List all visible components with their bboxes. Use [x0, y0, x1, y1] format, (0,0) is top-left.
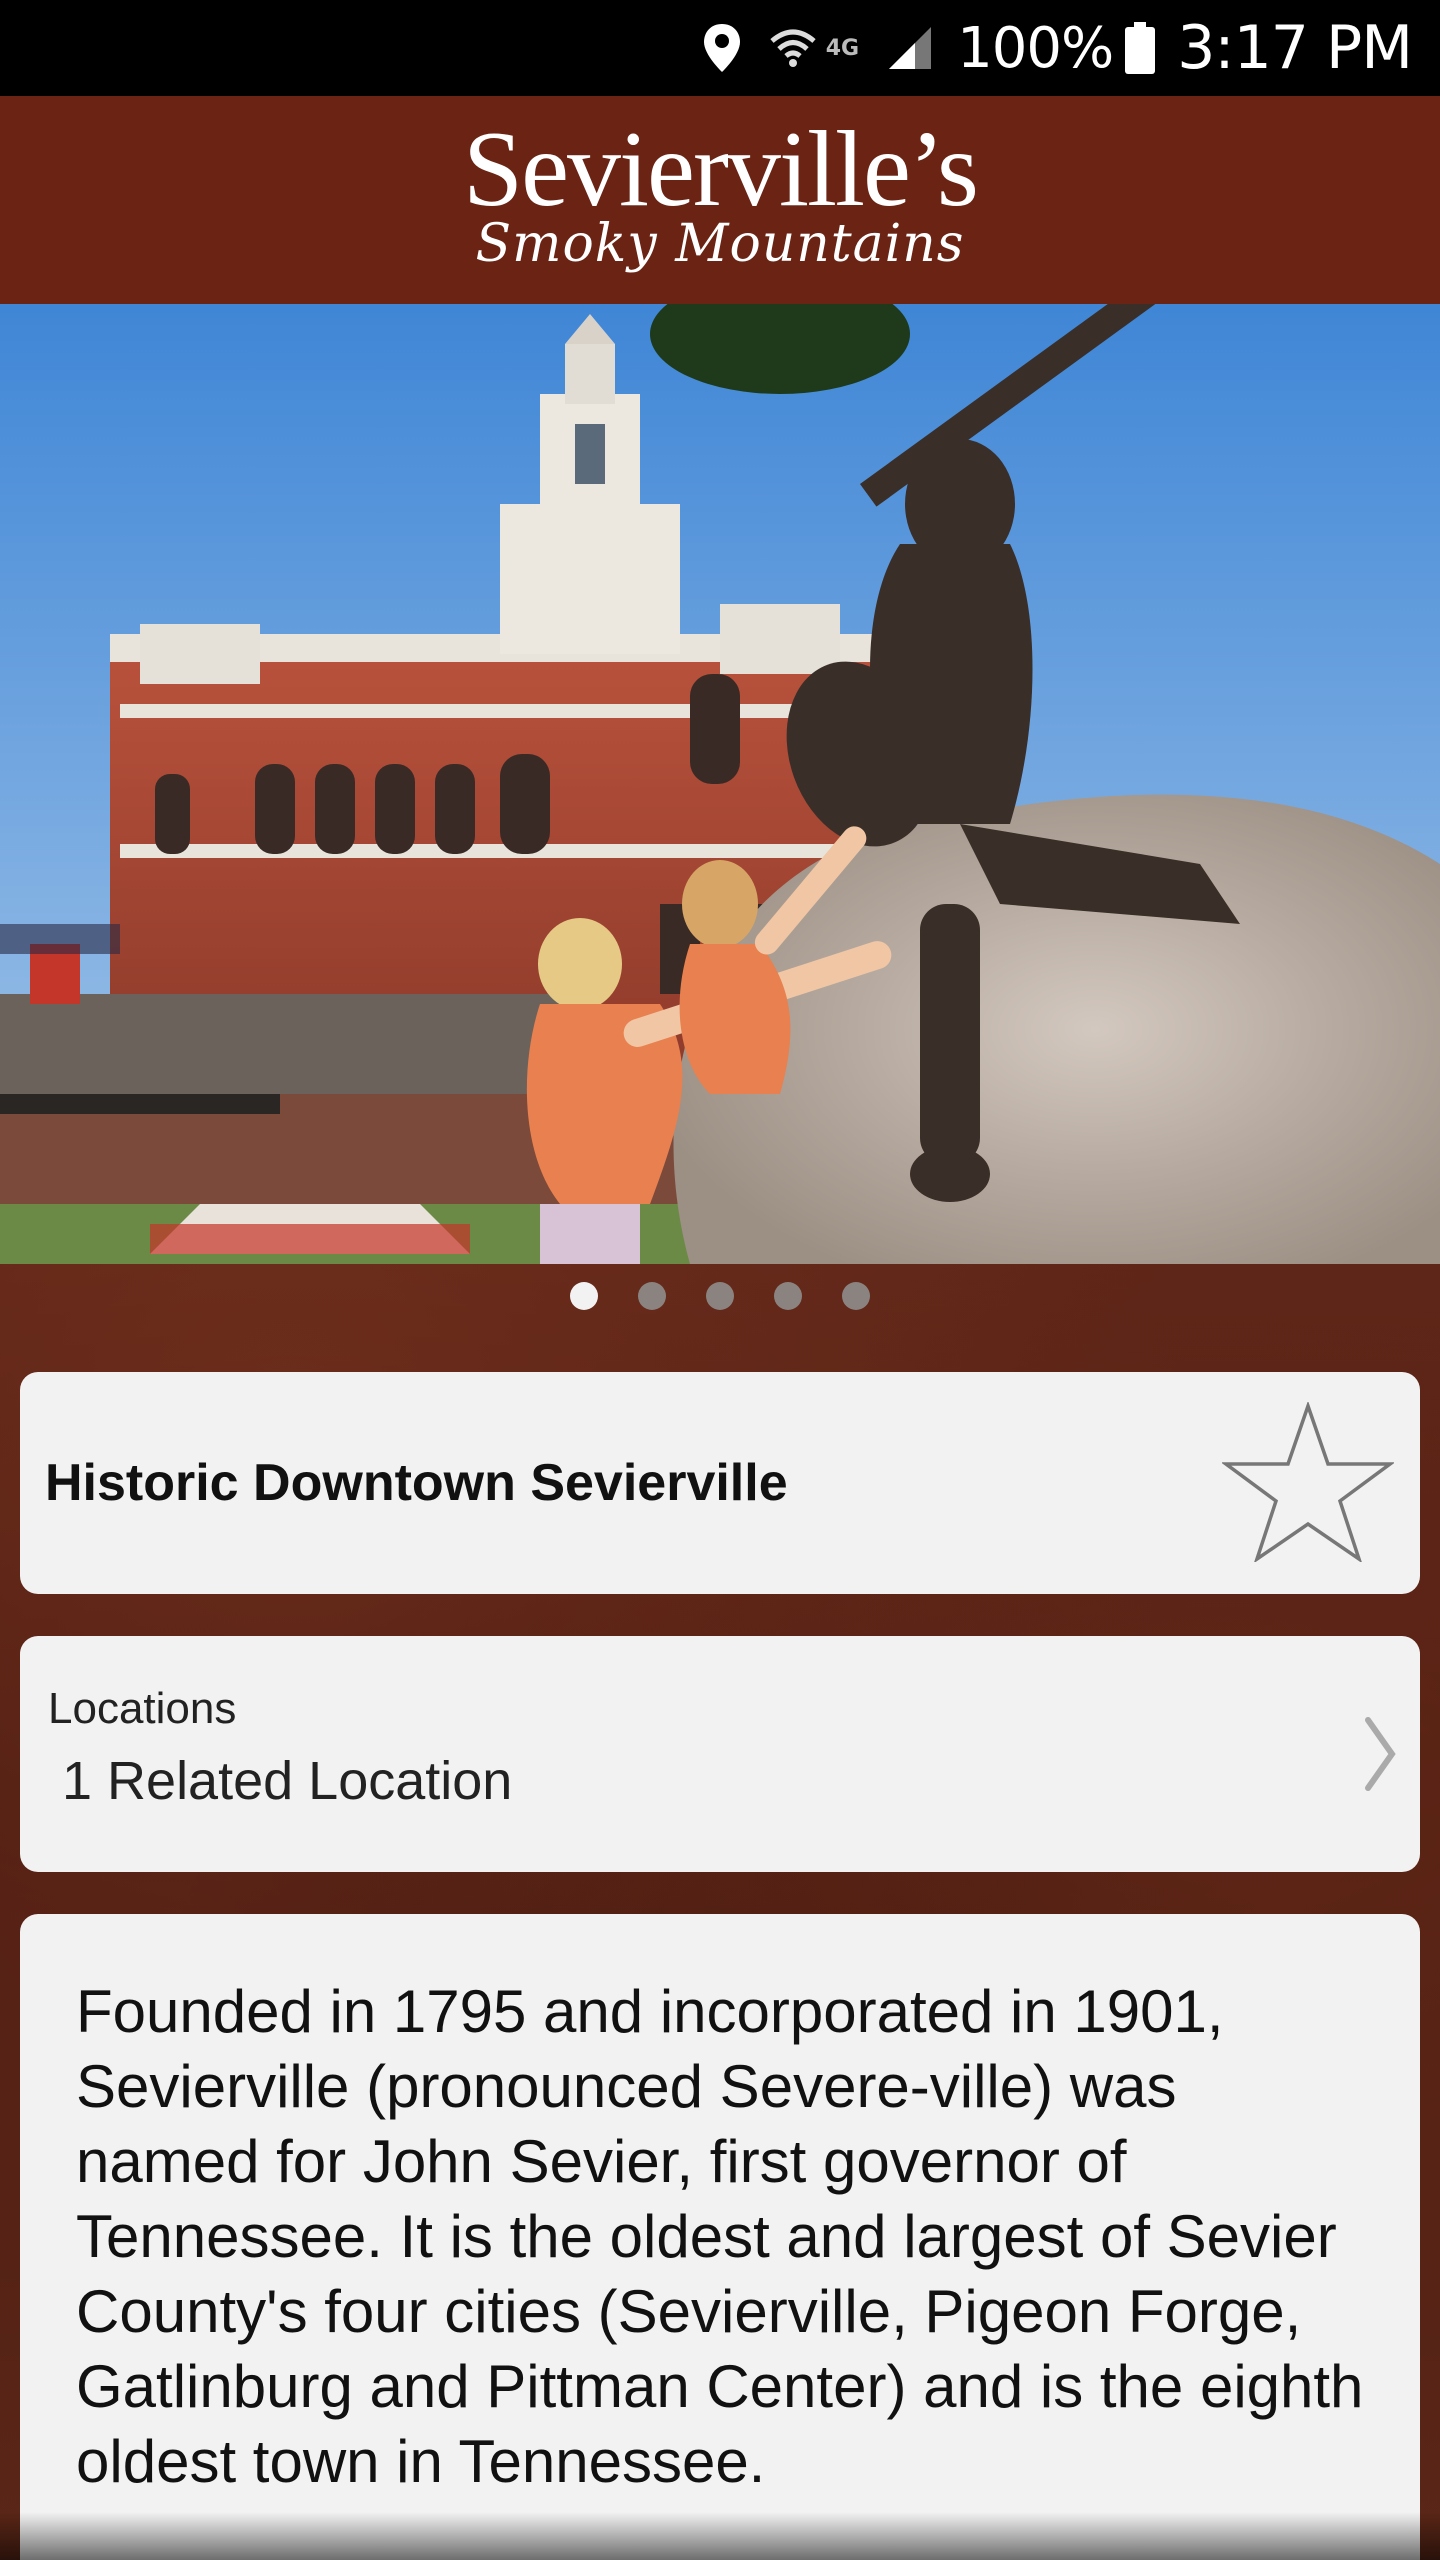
network-type: 4G: [825, 35, 860, 61]
description-text: Founded in 1795 and incorporated in 1901…: [76, 1978, 1364, 2495]
location-icon: [702, 22, 742, 74]
battery-percent: 100%: [957, 15, 1114, 81]
hero-image-carousel[interactable]: [0, 304, 1440, 1264]
signal-icon: [885, 23, 935, 73]
carousel-page-indicator: [0, 1282, 1440, 1314]
courthouse-photo: [0, 304, 1440, 1264]
carousel-dot-5[interactable]: [842, 1282, 870, 1310]
clock: 3:17 PM: [1177, 13, 1413, 83]
related-locations-count: 1 Related Location: [62, 1751, 513, 1811]
locations-row[interactable]: Locations 1 Related Location: [20, 1636, 1420, 1872]
page-title: Historic Downtown Sevierville: [45, 1454, 788, 1512]
status-bar: 4G 100% 3:17 PM: [0, 0, 1440, 96]
title-card: Historic Downtown Sevierville: [20, 1372, 1420, 1594]
carousel-dot-3[interactable]: [706, 1282, 734, 1310]
app-header: Sevierville’s Smoky Mountains: [0, 96, 1440, 304]
logo-title: Sevierville’s: [463, 110, 979, 229]
chevron-right-icon: [1360, 1714, 1400, 1799]
bottom-shadow: [0, 2512, 1440, 2560]
wifi-icon: 4G: [768, 23, 859, 73]
logo-subtitle: Smoky Mountains: [475, 214, 965, 274]
carousel-dot-4[interactable]: [774, 1282, 802, 1310]
star-outline-icon[interactable]: [1220, 1400, 1396, 1567]
description-card: Founded in 1795 and incorporated in 1901…: [20, 1914, 1420, 2560]
carousel-dot-1[interactable]: [570, 1282, 598, 1310]
locations-label: Locations: [48, 1684, 237, 1733]
carousel-dot-2[interactable]: [638, 1282, 666, 1310]
battery-icon: [1125, 22, 1156, 74]
